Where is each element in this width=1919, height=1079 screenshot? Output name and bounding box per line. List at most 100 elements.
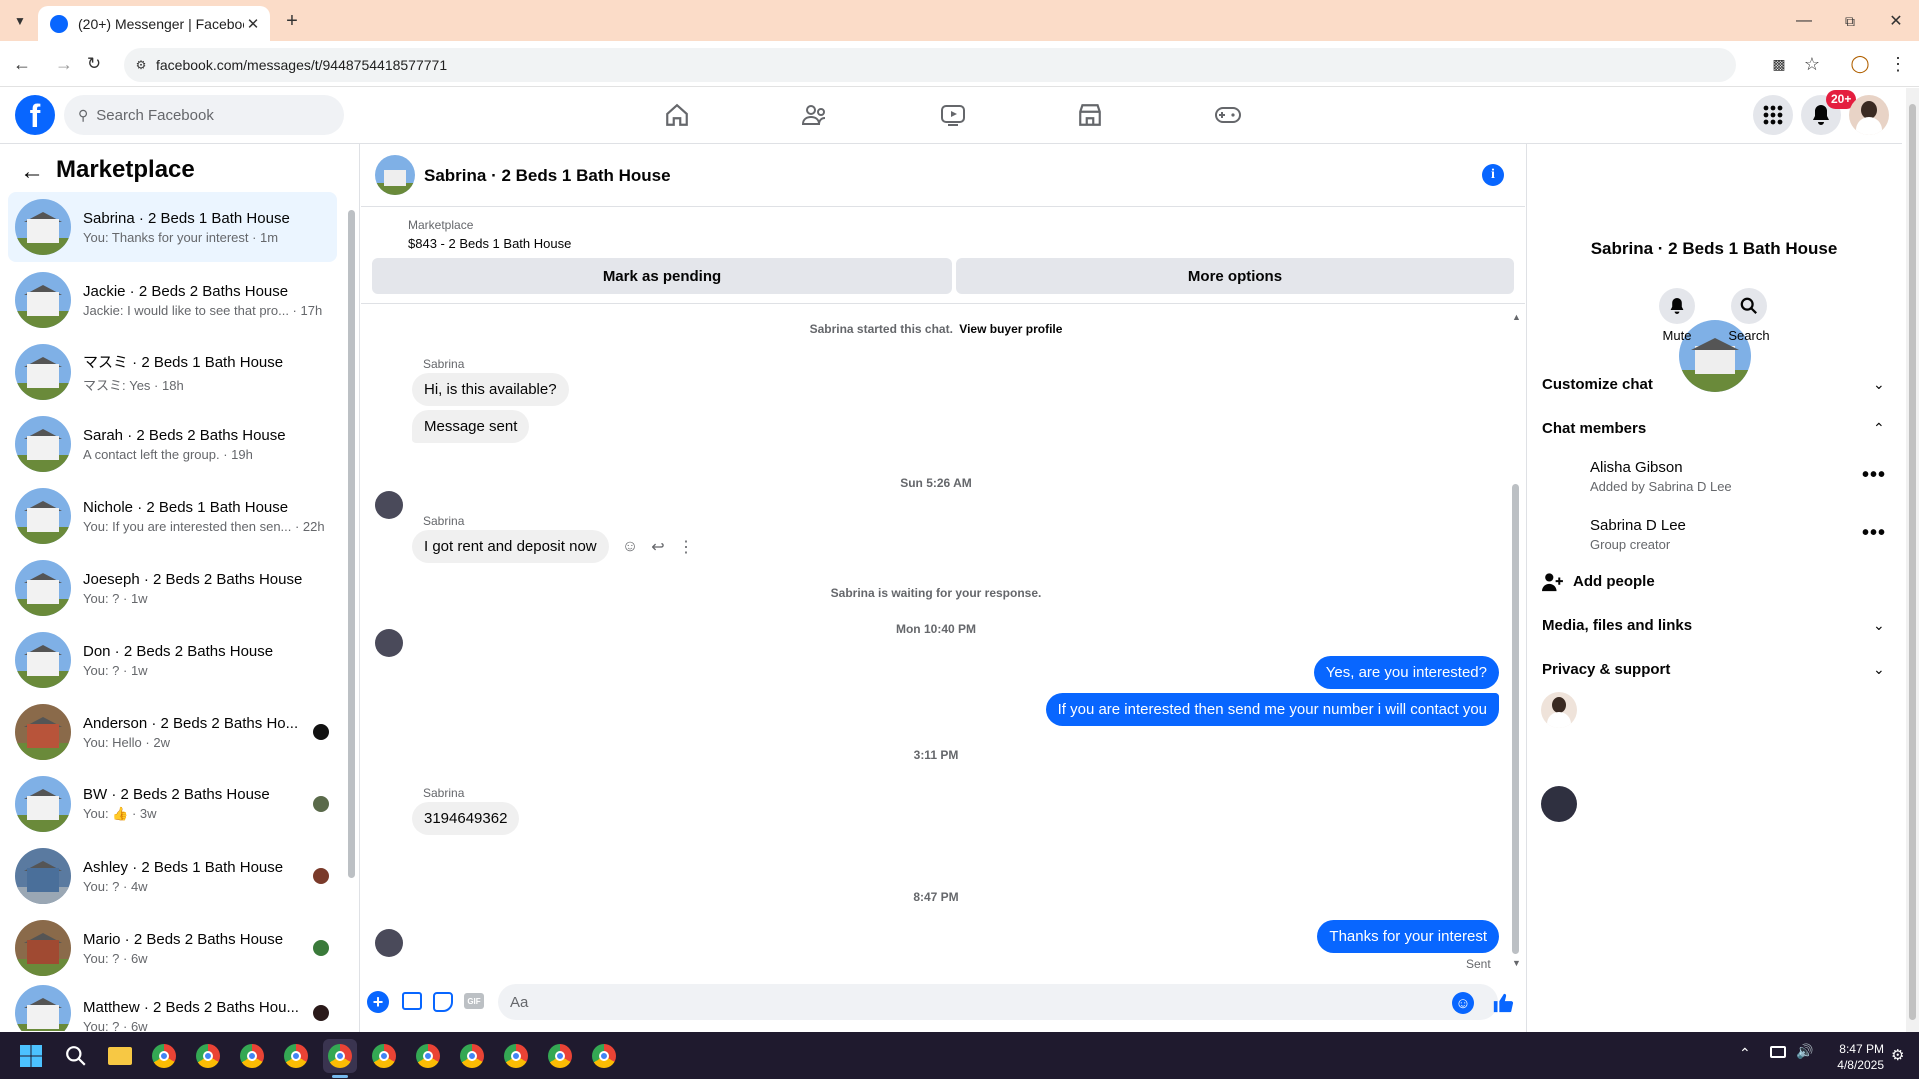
conversation-item[interactable]: BW · 2 Beds 2 Baths House You: 👍 · 3w	[8, 769, 337, 839]
member-avatar[interactable]	[1541, 692, 1577, 728]
chrome-app-icon[interactable]	[147, 1039, 181, 1073]
bookmark-star-icon[interactable]: ☆	[1800, 52, 1824, 76]
member-name[interactable]: Alisha Gibson	[1590, 459, 1683, 476]
scroll-down-arrow-icon[interactable]: ▼	[1512, 958, 1521, 968]
left-panel-scrollbar[interactable]	[348, 210, 355, 878]
more-actions-plus-icon[interactable]: +	[367, 991, 389, 1013]
chevron-down-icon[interactable]: ⌄	[1873, 376, 1885, 393]
chat-title[interactable]: Sabrina · 2 Beds 1 Bath House	[424, 166, 671, 186]
chrome-profile-app-icon[interactable]	[411, 1039, 445, 1073]
add-people-icon[interactable]	[1541, 572, 1563, 594]
outgoing-message[interactable]: Yes, are you interested?	[1313, 656, 1499, 689]
chrome-profile-app-icon[interactable]	[279, 1039, 313, 1073]
conversation-item[interactable]: マスミ · 2 Beds 1 Bath House マスミ: Yes · 18h	[8, 337, 337, 407]
member-avatar[interactable]	[1541, 786, 1577, 822]
mark-as-pending-button[interactable]: Mark as pending	[372, 258, 952, 294]
chrome-profile-app-icon[interactable]	[543, 1039, 577, 1073]
friends-nav-icon[interactable]	[790, 98, 840, 132]
listing-price[interactable]: $843 - 2 Beds 1 Bath House	[408, 236, 571, 251]
react-emoji-icon[interactable]: ☺	[620, 537, 640, 557]
chevron-down-icon[interactable]: ⌄	[1873, 661, 1885, 678]
restore-button[interactable]: ⧉	[1838, 9, 1862, 33]
view-buyer-profile-link[interactable]: View buyer profile	[959, 322, 1062, 336]
search-label[interactable]: Search	[1719, 328, 1779, 343]
chrome-profile-app-icon[interactable]	[455, 1039, 489, 1073]
emoji-icon[interactable]: ☺	[1452, 992, 1474, 1014]
conversation-item[interactable]: Ashley · 2 Beds 1 Bath House You: ? · 4w	[8, 841, 337, 911]
more-options-button[interactable]: More options	[956, 258, 1514, 294]
chrome-profile-app-icon[interactable]	[499, 1039, 533, 1073]
conversation-item[interactable]: Nichole · 2 Beds 1 Bath House You: If you…	[8, 481, 337, 551]
facebook-search-input[interactable]: ⚲ Search Facebook	[64, 95, 344, 135]
chevron-down-icon[interactable]: ⌄	[1873, 617, 1885, 634]
video-nav-icon[interactable]	[928, 98, 978, 132]
conversation-item[interactable]: Sabrina · 2 Beds 1 Bath House You: Thanks…	[8, 192, 337, 262]
tab-search-icon[interactable]: ▼	[8, 9, 32, 33]
new-tab-button[interactable]: +	[280, 9, 304, 33]
close-window-button[interactable]: ✕	[1884, 9, 1908, 33]
chat-members-section[interactable]: Chat members	[1542, 420, 1646, 437]
display-icon[interactable]	[1770, 1046, 1786, 1058]
profile-icon[interactable]: ◯	[1848, 52, 1872, 76]
notification-center-icon[interactable]: ⚙	[1891, 1046, 1904, 1064]
incoming-message[interactable]: 3194649362	[412, 802, 520, 835]
media-files-links-section[interactable]: Media, files and links	[1542, 617, 1692, 634]
install-app-icon[interactable]: ▩	[1767, 52, 1791, 76]
incoming-message[interactable]: I got rent and deposit now	[412, 530, 609, 563]
incoming-message[interactable]: Hi, is this available?	[412, 373, 569, 406]
mute-label[interactable]: Mute	[1647, 328, 1707, 343]
browser-menu-icon[interactable]: ⋮	[1886, 52, 1910, 76]
browser-tab[interactable]: (20+) Messenger | Facebook ✕	[38, 6, 270, 41]
member-options-icon[interactable]: •••	[1862, 464, 1886, 487]
reply-icon[interactable]: ↩	[648, 537, 668, 557]
conversation-item[interactable]: Don · 2 Beds 2 Baths House You: ? · 1w	[8, 625, 337, 695]
menu-grid-icon[interactable]	[1753, 95, 1793, 135]
sticker-icon[interactable]	[433, 992, 453, 1012]
chrome-profile-app-icon-active[interactable]	[323, 1039, 357, 1073]
message-composer-input[interactable]: Aa	[498, 984, 1498, 1020]
add-people-button[interactable]: Add people	[1573, 573, 1655, 590]
privacy-support-section[interactable]: Privacy & support	[1542, 661, 1670, 678]
conversation-item[interactable]: Mario · 2 Beds 2 Baths House You: ? · 6w	[8, 913, 337, 983]
chat-scrollbar[interactable]	[1512, 484, 1519, 954]
chrome-profile-app-icon[interactable]	[367, 1039, 401, 1073]
taskbar-date[interactable]: 4/8/2025	[1824, 1058, 1884, 1072]
site-info-icon[interactable]: ⚙	[132, 56, 150, 74]
home-nav-icon[interactable]	[652, 98, 702, 132]
address-bar[interactable]: ⚙ facebook.com/messages/t/94487544185777…	[124, 48, 1736, 82]
search-icon[interactable]	[1731, 288, 1767, 324]
gaming-nav-icon[interactable]	[1203, 98, 1253, 132]
reload-icon[interactable]: ↻	[82, 52, 106, 76]
account-avatar[interactable]	[1849, 95, 1889, 135]
conversation-item[interactable]: Matthew · 2 Beds 2 Baths Hou... You: ? · …	[8, 985, 337, 1031]
windows-start-icon[interactable]	[14, 1039, 48, 1073]
member-options-icon[interactable]: •••	[1862, 522, 1886, 545]
chrome-profile-app-icon[interactable]	[191, 1039, 225, 1073]
scroll-up-arrow-icon[interactable]: ▲	[1512, 312, 1521, 322]
mute-bell-icon[interactable]	[1659, 288, 1695, 324]
more-actions-icon[interactable]: ⋮	[676, 537, 696, 557]
back-arrow-icon[interactable]: ←	[10, 52, 34, 76]
member-name[interactable]: Sabrina D Lee	[1590, 517, 1686, 534]
taskbar-time[interactable]: 8:47 PM	[1824, 1042, 1884, 1056]
back-arrow-icon[interactable]: ←	[18, 158, 46, 186]
info-icon[interactable]: i	[1482, 164, 1504, 186]
show-hidden-icons-icon[interactable]: ⌃	[1739, 1045, 1751, 1062]
chevron-up-icon[interactable]: ⌃	[1873, 420, 1885, 437]
conversation-item[interactable]: Joeseph · 2 Beds 2 Baths House You: ? · 1…	[8, 553, 337, 623]
minimize-button[interactable]: —	[1792, 9, 1816, 33]
outgoing-message[interactable]: Thanks for your interest	[1317, 920, 1499, 953]
thumbs-up-icon[interactable]	[1490, 990, 1516, 1016]
gif-icon[interactable]: GIF	[464, 993, 484, 1009]
file-explorer-icon[interactable]	[103, 1039, 137, 1073]
facebook-logo[interactable]: f	[15, 95, 55, 135]
sender-avatar[interactable]	[375, 491, 403, 519]
close-tab-icon[interactable]: ✕	[244, 15, 262, 33]
chat-avatar[interactable]	[375, 155, 415, 195]
search-taskbar-icon[interactable]	[59, 1039, 93, 1073]
outgoing-message[interactable]: If you are interested then send me your …	[1045, 693, 1499, 726]
customize-chat-section[interactable]: Customize chat	[1542, 376, 1653, 393]
marketplace-nav-icon[interactable]	[1065, 98, 1115, 132]
volume-icon[interactable]: 🔊	[1796, 1043, 1813, 1060]
conversation-item[interactable]: Jackie · 2 Beds 2 Baths House Jackie: I w…	[8, 265, 337, 335]
